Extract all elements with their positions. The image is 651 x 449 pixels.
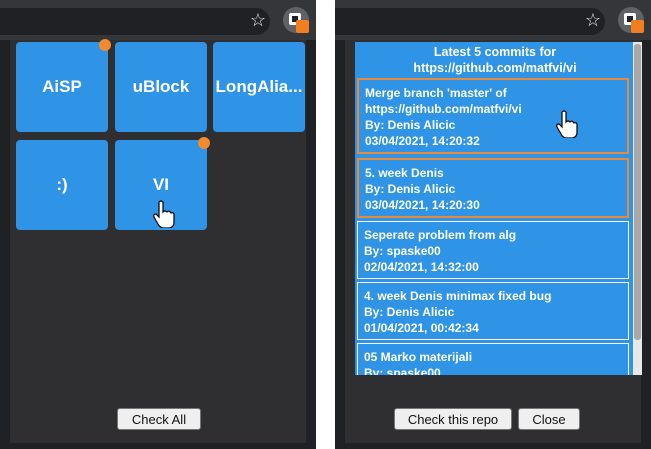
extension-popup: Latest 5 commits for https://github.com/… [345,40,642,443]
commit-date: 03/04/2021, 14:20:32 [365,134,480,148]
hand-cursor-icon [153,200,175,228]
commit-date: 03/04/2021, 14:20:30 [365,198,480,212]
commit-item[interactable]: 05 Marko materijali By: spaske00 [357,343,629,375]
browser-toolbar: ☆ [335,0,651,40]
tile-label: LongAlia... [215,77,303,96]
commit-item[interactable]: Merge branch 'master' of https://github.… [357,78,629,154]
update-badge [198,137,210,149]
right-browser-window: ☆ Latest 5 commits for https://github.co… [335,0,651,449]
commit-date: 02/04/2021, 14:32:00 [364,260,479,274]
header-title: Latest 5 commits for [433,45,557,59]
extension-popup: AiSP uBlock LongAlia... :) VI Check All [10,39,306,443]
address-bar[interactable] [335,8,605,35]
hand-cursor-icon [556,110,578,138]
extension-icon[interactable] [618,7,644,33]
update-badge [99,39,111,51]
commit-date: 01/04/2021, 00:42:34 [364,321,479,335]
commit-author: By: spaske00 [364,244,441,258]
repo-tile-smiley[interactable]: :) [16,140,108,230]
close-button[interactable]: Close [518,408,580,430]
repo-tile-longalias[interactable]: LongAlia... [213,42,305,132]
commit-author: By: Denis Alicic [365,118,456,132]
commit-author: By: spaske00 [364,366,441,375]
check-all-button[interactable]: Check All [117,408,201,430]
left-browser-window: ☆ AiSP uBlock LongAlia... :) VI Check Al… [0,0,316,449]
repo-tile-aisp[interactable]: AiSP [16,42,108,132]
header-repo-url: https://github.com/matfvi/vi [413,61,577,75]
tile-label: VI [152,175,170,194]
commit-list-header: Latest 5 commits for https://github.com/… [355,44,635,76]
commit-message: 5. week Denis [365,166,444,180]
star-icon[interactable]: ☆ [248,10,268,30]
tile-label: AiSP [42,77,82,96]
commit-message: https://github.com/matfvi/vi [365,102,522,116]
commit-item[interactable]: 5. week Denis By: Denis Alicic 03/04/202… [357,158,629,218]
browser-toolbar: ☆ [0,0,316,40]
commit-message: Merge branch 'master' of [365,86,507,100]
scrollbar-thumb[interactable] [634,44,641,340]
commit-item[interactable]: 4. week Denis minimax fixed bug By: Deni… [357,282,629,340]
check-this-repo-button[interactable]: Check this repo [394,408,512,430]
repo-tile-ublock[interactable]: uBlock [115,42,207,132]
scrollbar[interactable] [633,42,642,375]
address-bar[interactable] [0,8,270,35]
star-icon[interactable]: ☆ [583,10,603,30]
commit-item[interactable]: Seperate problem from alg By: spaske00 0… [357,221,629,279]
tile-label: :) [56,175,68,194]
commit-message: Seperate problem from alg [364,228,517,242]
commit-author: By: Denis Alicic [365,182,456,196]
commit-author: By: Denis Alicic [364,305,455,319]
commit-list[interactable]: Latest 5 commits for https://github.com/… [355,42,642,375]
extension-icon[interactable] [283,7,309,33]
commit-message: 4. week Denis minimax fixed bug [364,289,552,303]
tile-label: uBlock [132,77,190,96]
commit-message: 05 Marko materijali [364,350,473,364]
